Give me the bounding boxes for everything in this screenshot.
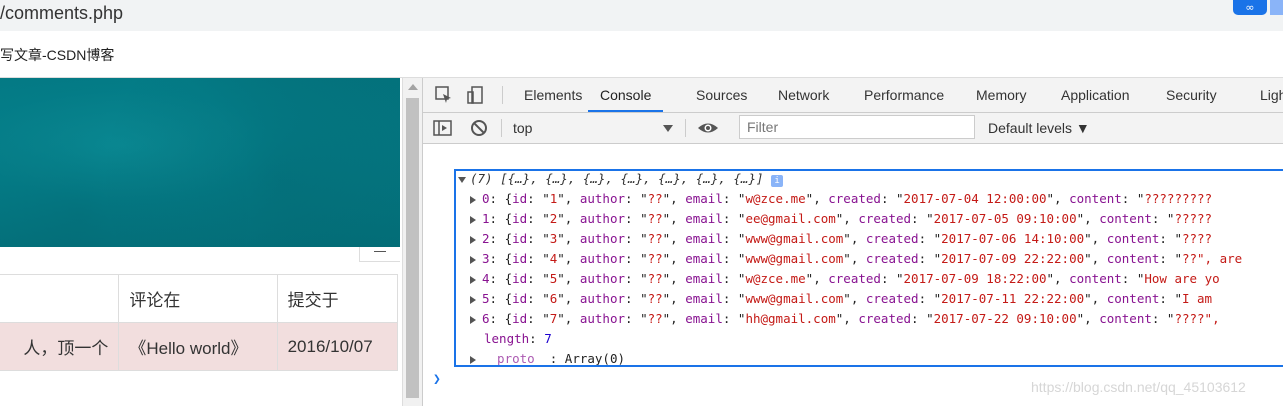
collapse-arrow-icon[interactable] (458, 176, 466, 183)
log-levels-dropdown[interactable]: Default levels ▼ (988, 120, 1090, 136)
tab-elements[interactable]: Elements (524, 78, 582, 112)
bookmarks-bar: 写文章-CSDN博客 (0, 31, 1283, 78)
scroll-up-icon[interactable] (408, 84, 418, 90)
tab-memory[interactable]: Memory (976, 78, 1027, 112)
bookmark-item[interactable]: 写文章-CSDN博客 (0, 45, 114, 65)
toggle-button[interactable] (359, 247, 400, 262)
array-entry[interactable]: 1: {id: "2", author: "??", email: "ee@gm… (470, 209, 1212, 229)
address-bar[interactable]: /comments.php ∞ (0, 0, 1283, 31)
length-line: length: 7 (484, 331, 552, 346)
chevron-down-icon[interactable] (663, 125, 673, 132)
expand-arrow-icon[interactable] (470, 355, 476, 364)
console-toolbar: top Filter Default levels ▼ (423, 113, 1283, 144)
inspect-element-icon[interactable] (435, 86, 453, 104)
table-header: 评论在 (118, 274, 278, 323)
watermark: https://blog.csdn.net/qq_45103612 (1031, 379, 1246, 395)
hero-banner (0, 78, 400, 247)
array-entry[interactable]: 4: {id: "5", author: "??", email: "w@zce… (470, 269, 1220, 289)
expand-arrow-icon[interactable] (470, 215, 476, 224)
scrollbar-thumb[interactable] (406, 98, 419, 398)
console-prompt-icon[interactable]: ❯ (433, 372, 441, 387)
sidebar-toggle-icon[interactable] (433, 119, 452, 137)
expand-arrow-icon[interactable] (470, 295, 476, 304)
extension-icon[interactable]: ∞ (1233, 0, 1267, 15)
logged-array[interactable]: (7) [{…}, {…}, {…}, {…}, {…}, {…}, {…}] … (454, 169, 1283, 367)
url-text[interactable]: /comments.php (0, 3, 123, 24)
array-entry[interactable]: 6: {id: "7", author: "??", email: "hh@gm… (470, 309, 1220, 329)
array-entry[interactable]: 5: {id: "6", author: "??", email: "www@g… (470, 289, 1212, 309)
array-entry[interactable]: 0: {id: "1", author: "??", email: "w@zce… (470, 189, 1212, 209)
page-viewport: 评论在 提交于 人，顶一个 《Hello world》 2016/10/07 (0, 78, 400, 406)
expand-arrow-icon[interactable] (470, 255, 476, 264)
tab-security[interactable]: Security (1166, 78, 1217, 112)
array-entry[interactable]: 3: {id: "4", author: "??", email: "www@g… (470, 249, 1242, 269)
page-scrollbar[interactable] (402, 78, 422, 406)
eye-icon[interactable] (697, 119, 718, 137)
table-header (0, 274, 120, 323)
tab-performance[interactable]: Performance (864, 78, 944, 112)
extension-icon-2[interactable] (1270, 0, 1283, 15)
comment-cell: 人，顶一个 (0, 322, 120, 371)
tab-sources[interactable]: Sources (696, 78, 747, 112)
devtools-panel: Elements Console Sources Network Perform… (422, 78, 1283, 406)
devtools-tab-bar: Elements Console Sources Network Perform… (423, 78, 1283, 113)
info-icon: i (771, 175, 784, 187)
post-cell[interactable]: 《Hello world》 (118, 322, 278, 371)
array-entry[interactable]: 2: {id: "3", author: "??", email: "www@g… (470, 229, 1212, 249)
tab-console[interactable]: Console (588, 78, 664, 112)
console-output[interactable]: (7) [{…}, {…}, {…}, {…}, {…}, {…}, {…}] … (423, 144, 1283, 406)
expand-arrow-icon[interactable] (470, 315, 476, 324)
tab-lighthouse[interactable]: Ligh (1260, 78, 1283, 112)
filter-input[interactable]: Filter (739, 115, 975, 139)
expand-arrow-icon[interactable] (470, 195, 476, 204)
table-header: 提交于 (276, 274, 399, 323)
array-summary[interactable]: (7) [{…}, {…}, {…}, {…}, {…}, {…}, {…}] … (458, 171, 784, 189)
context-selector[interactable]: top (513, 120, 532, 136)
expand-arrow-icon[interactable] (470, 275, 476, 284)
tab-application[interactable]: Application (1061, 78, 1130, 112)
clear-console-icon[interactable] (470, 119, 488, 137)
device-toolbar-icon[interactable] (467, 86, 485, 104)
expand-arrow-icon[interactable] (470, 235, 476, 244)
table-header-row: 评论在 提交于 (0, 274, 399, 323)
comments-table: 评论在 提交于 人，顶一个 《Hello world》 2016/10/07 (0, 274, 399, 371)
tab-network[interactable]: Network (778, 78, 829, 112)
date-cell: 2016/10/07 (276, 322, 399, 371)
proto-line[interactable]: __proto__: Array(0) (470, 349, 625, 365)
table-row[interactable]: 人，顶一个 《Hello world》 2016/10/07 (0, 322, 399, 371)
